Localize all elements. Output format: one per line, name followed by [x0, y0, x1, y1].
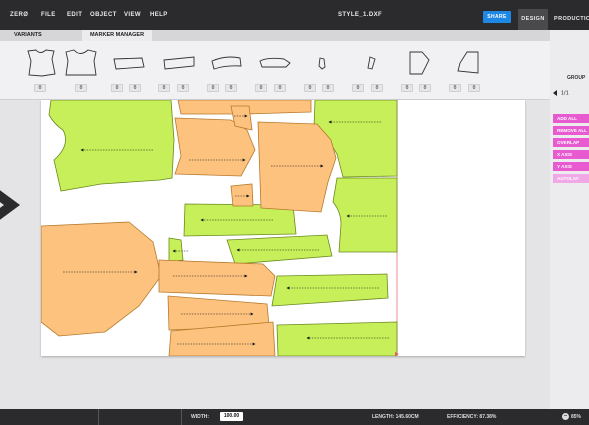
layout-piece	[226, 234, 333, 265]
quantity-input[interactable]: 0	[177, 84, 189, 92]
layout-piece	[230, 183, 254, 207]
piece-library: 0 0 0 0 0 0 0 0 0 0 0 0 0 0 0 0 0 0	[0, 41, 550, 100]
status-divider	[181, 409, 182, 425]
y-axis-button[interactable]: Y AXIS	[553, 162, 589, 171]
status-divider	[98, 409, 99, 425]
add-all-button[interactable]: ADD ALL	[553, 114, 589, 123]
piece-thumbnail[interactable]	[108, 47, 150, 87]
efficiency-readout: EFFICIENCY: 87.38%	[447, 414, 497, 420]
quantity-input[interactable]: 0	[225, 84, 237, 92]
layout-piece	[271, 273, 389, 307]
quantity-input[interactable]: 0	[111, 84, 123, 92]
menu-view[interactable]: VIEW	[124, 0, 141, 30]
menu-file[interactable]: FILE	[41, 0, 56, 30]
app-logo[interactable]: ZERØ	[10, 0, 28, 30]
piece-thumbnail[interactable]	[302, 47, 344, 87]
quantity-input[interactable]: 0	[75, 84, 87, 92]
length-readout: LENGTH: 145.60CM	[372, 414, 419, 420]
marker-sheet[interactable]	[41, 100, 525, 356]
tab-production[interactable]: PRODUCTION	[550, 9, 589, 30]
piece-thumbnail[interactable]	[254, 47, 296, 87]
quantity-input[interactable]: 0	[255, 84, 267, 92]
tab-variants[interactable]: VARIANTS	[14, 30, 42, 41]
share-button[interactable]: SHARE	[483, 11, 511, 23]
menu-object[interactable]: OBJECT	[90, 0, 117, 30]
menu-help[interactable]: HELP	[150, 0, 168, 30]
piece-thumbnail[interactable]	[398, 47, 440, 87]
quantity-input[interactable]: 0	[322, 84, 334, 92]
quantity-input[interactable]: 0	[352, 84, 364, 92]
quantity-input[interactable]: 0	[207, 84, 219, 92]
piece-thumbnail[interactable]	[446, 47, 488, 87]
quantity-input[interactable]: 0	[419, 84, 431, 92]
group-label: GROUP	[567, 75, 586, 81]
previous-group-icon[interactable]	[553, 90, 557, 96]
layout-piece	[158, 259, 276, 297]
quantity-input[interactable]: 0	[158, 84, 170, 92]
zoom-control: –85%	[562, 413, 581, 420]
tab-marker-manager[interactable]: MARKER MANAGER	[82, 30, 152, 41]
quantity-input[interactable]: 0	[449, 84, 461, 92]
quantity-input[interactable]: 0	[401, 84, 413, 92]
layout-piece	[168, 237, 184, 263]
remove-all-button[interactable]: REMOVE ALL	[553, 126, 589, 135]
top-menu-bar: ZERØ FILE EDIT OBJECT VIEW HELP STYLE_1.…	[0, 0, 589, 30]
width-label: WIDTH:	[191, 414, 210, 420]
right-panel: GROUP 1/1 ADD ALL REMOVE ALL OVERLAP X A…	[550, 30, 589, 409]
layout-piece	[48, 100, 175, 192]
file-name-title: STYLE_1.DXF	[337, 12, 383, 18]
quantity-input[interactable]: 0	[274, 84, 286, 92]
layout-piece	[41, 221, 162, 337]
quantity-input[interactable]: 0	[371, 84, 383, 92]
width-input[interactable]: 100.00	[220, 412, 243, 421]
piece-thumbnail[interactable]	[350, 47, 392, 87]
piece-thumbnail[interactable]	[158, 47, 200, 87]
autolay-button[interactable]: AUTOLAY	[553, 174, 589, 183]
collapse-arrow-icon[interactable]	[0, 180, 20, 230]
piece-thumbnail[interactable]	[20, 47, 62, 87]
layout-piece	[332, 177, 398, 253]
overlap-button[interactable]: OVERLAP	[553, 138, 589, 147]
status-bar: WIDTH: 100.00 LENGTH: 145.60CM EFFICIENC…	[0, 409, 589, 425]
layout-piece	[276, 321, 398, 356]
piece-thumbnail[interactable]	[206, 47, 248, 87]
tab-design[interactable]: DESIGN	[518, 9, 548, 30]
layout-piece	[257, 121, 337, 213]
quantity-input[interactable]: 0	[304, 84, 316, 92]
group-pager: 1/1	[553, 90, 569, 96]
piece-thumbnail[interactable]	[60, 47, 102, 87]
quantity-input[interactable]: 0	[468, 84, 480, 92]
group-page-indicator: 1/1	[561, 90, 569, 97]
marker-layout-canvas	[41, 100, 399, 356]
app-window: ZERØ FILE EDIT OBJECT VIEW HELP STYLE_1.…	[0, 0, 589, 425]
quantity-input[interactable]: 0	[129, 84, 141, 92]
zoom-level: 85%	[571, 413, 582, 420]
zoom-out-icon[interactable]: –	[562, 413, 569, 420]
marker-workspace	[0, 100, 550, 409]
quantity-input[interactable]: 0	[34, 84, 46, 92]
x-axis-button[interactable]: X AXIS	[553, 150, 589, 159]
piece-quantity-row: 0 0 0 0 0 0 0 0 0 0 0 0 0 0 0 0 0 0	[0, 84, 550, 94]
sub-tab-bar: VARIANTS MARKER MANAGER	[0, 30, 550, 41]
menu-edit[interactable]: EDIT	[67, 0, 82, 30]
